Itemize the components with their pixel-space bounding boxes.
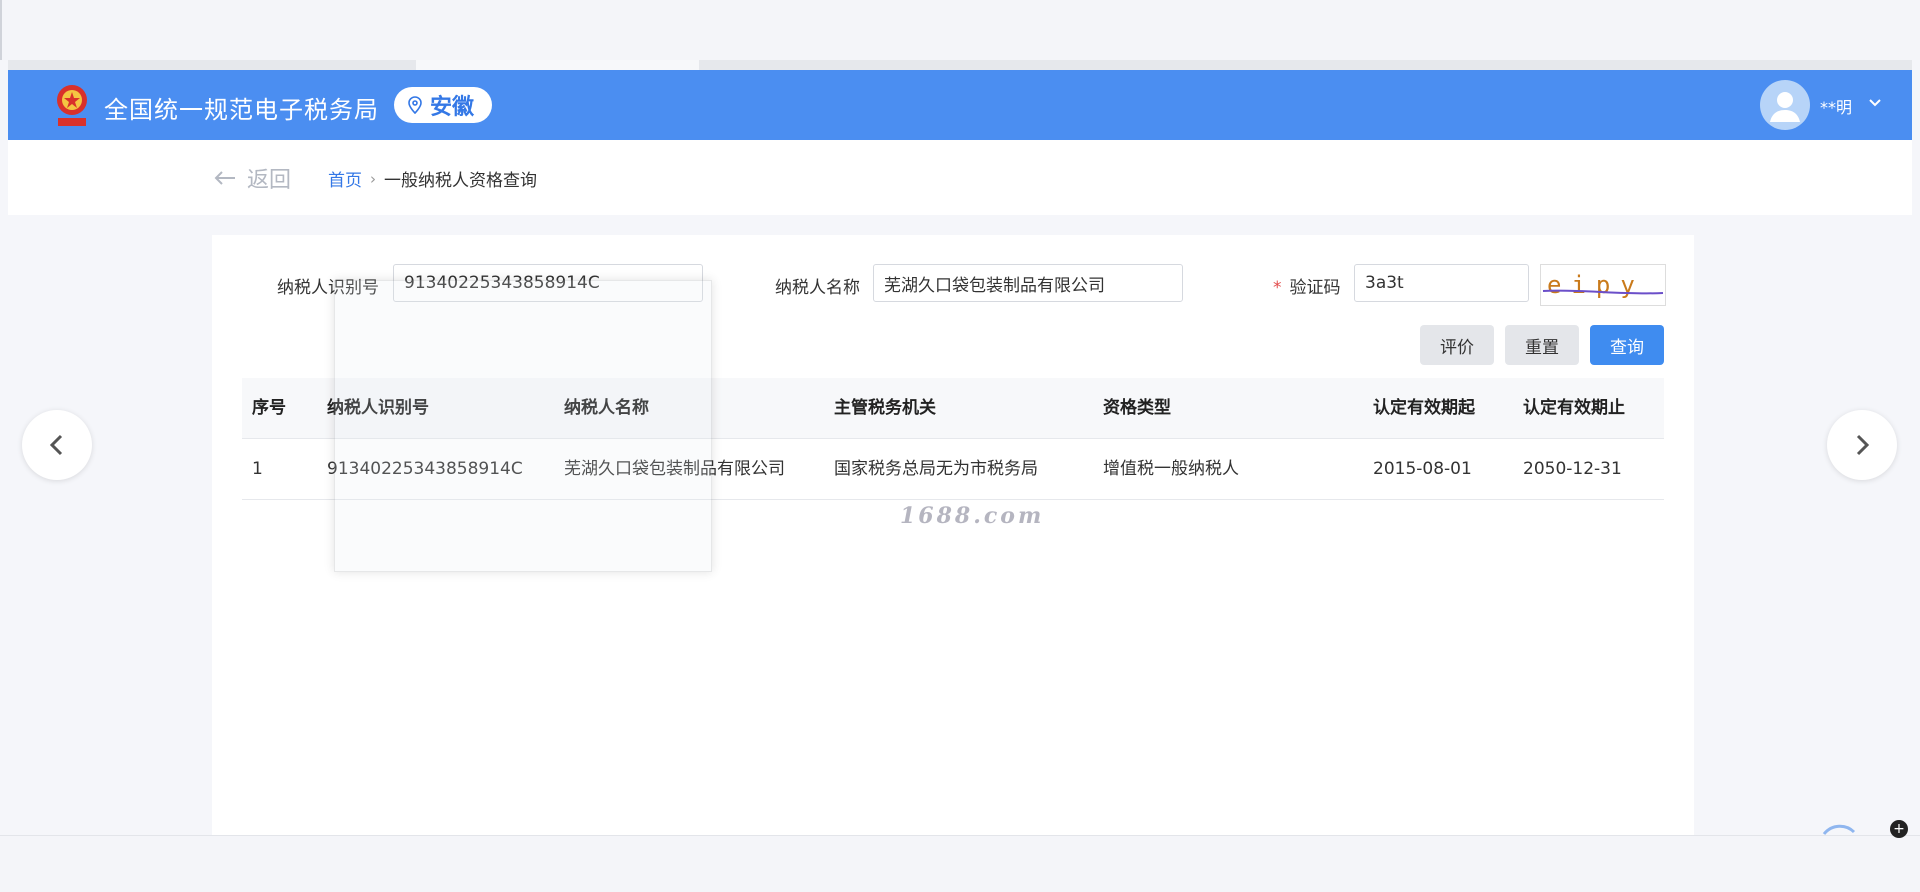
location-pin-icon <box>408 96 422 114</box>
back-label: 返回 <box>247 168 292 193</box>
prev-slide-button[interactable] <box>22 410 92 480</box>
required-mark: * <box>1273 278 1282 298</box>
cell-valid-to: 2050-12-31 <box>1523 459 1622 479</box>
next-slide-button[interactable] <box>1827 410 1897 480</box>
cell-taxpayer-name: 芜湖久口袋包装制品有限公司 <box>564 459 785 479</box>
breadcrumb-separator: › <box>370 169 376 188</box>
taxpayer-name-label: 纳税人名称 <box>775 278 860 298</box>
tab-strip <box>8 60 1912 70</box>
header-tax-authority: 主管税务机关 <box>834 398 936 418</box>
captcha-label: * 验证码 <box>1273 273 1341 298</box>
chevron-down-icon[interactable] <box>1868 92 1882 112</box>
floating-widget-icon[interactable] <box>1822 822 1872 836</box>
captcha-input[interactable] <box>1354 264 1529 302</box>
taxpayer-name-input[interactable] <box>873 264 1183 302</box>
breadcrumb-home[interactable]: 首页 <box>328 166 362 191</box>
back-button[interactable]: 返回 <box>213 162 291 194</box>
query-button[interactable]: 查询 <box>1590 325 1664 365</box>
region-selector[interactable]: 安徽 <box>394 87 493 123</box>
watermark: 1688.com <box>900 503 1045 529</box>
bottom-area <box>0 835 1920 892</box>
site-title: 全国统一规范电子税务局 <box>104 96 379 124</box>
captcha-label-text: 验证码 <box>1289 278 1341 298</box>
reset-button[interactable]: 重置 <box>1505 325 1579 365</box>
header-valid-to: 认定有效期止 <box>1523 398 1625 418</box>
result-table: 序号 纳税人识别号 纳税人名称 主管税务机关 资格类型 认定有效期起 认定有效期… <box>242 378 1664 500</box>
region-label: 安徽 <box>430 95 475 120</box>
header-taxpayer-id: 纳税人识别号 <box>327 398 429 418</box>
header-index: 序号 <box>252 398 286 418</box>
header-valid-from: 认定有效期起 <box>1373 398 1475 418</box>
arrow-left-icon <box>214 171 235 185</box>
user-avatar-icon[interactable] <box>1760 80 1810 130</box>
taxpayer-id-label: 纳税人识别号 <box>277 278 379 298</box>
captcha-image-text: eipy <box>1547 271 1645 299</box>
table-row[interactable]: 1 91340225343858914C 芜湖久口袋包装制品有限公司 国家税务总… <box>242 439 1664 500</box>
breadcrumb-current: 一般纳税人资格查询 <box>384 171 537 191</box>
captcha-image[interactable]: eipy <box>1540 264 1666 306</box>
cell-taxpayer-id: 91340225343858914C <box>327 459 523 479</box>
browser-top-area <box>0 0 1920 60</box>
cell-valid-from: 2015-08-01 <box>1373 459 1472 479</box>
site-header: 全国统一规范电子税务局 安徽 **明 <box>8 70 1912 140</box>
plus-icon[interactable]: + <box>1890 820 1908 838</box>
username[interactable]: **明 <box>1820 94 1852 118</box>
cell-index: 1 <box>252 459 263 479</box>
breadcrumb: 首页 › 一般纳税人资格查询 <box>328 166 537 192</box>
table-header: 序号 纳税人识别号 纳税人名称 主管税务机关 资格类型 认定有效期起 认定有效期… <box>242 378 1664 439</box>
header-taxpayer-name: 纳税人名称 <box>564 398 649 418</box>
taxpayer-id-input[interactable] <box>393 264 703 302</box>
header-qualification-type: 资格类型 <box>1103 398 1171 418</box>
national-emblem-icon <box>57 85 87 126</box>
page-frame: 全国统一规范电子税务局 安徽 **明 返回 首页 › 一般纳税人资格查询 纳税人… <box>8 70 1912 835</box>
chevron-left-icon <box>49 434 63 456</box>
evaluate-button[interactable]: 评价 <box>1420 325 1494 365</box>
breadcrumb-bar <box>8 140 1912 215</box>
chevron-right-icon <box>1856 434 1870 456</box>
cell-tax-authority: 国家税务总局无为市税务局 <box>834 459 1038 479</box>
active-tab[interactable] <box>416 60 699 70</box>
cell-qualification-type: 增值税一般纳税人 <box>1103 459 1239 479</box>
